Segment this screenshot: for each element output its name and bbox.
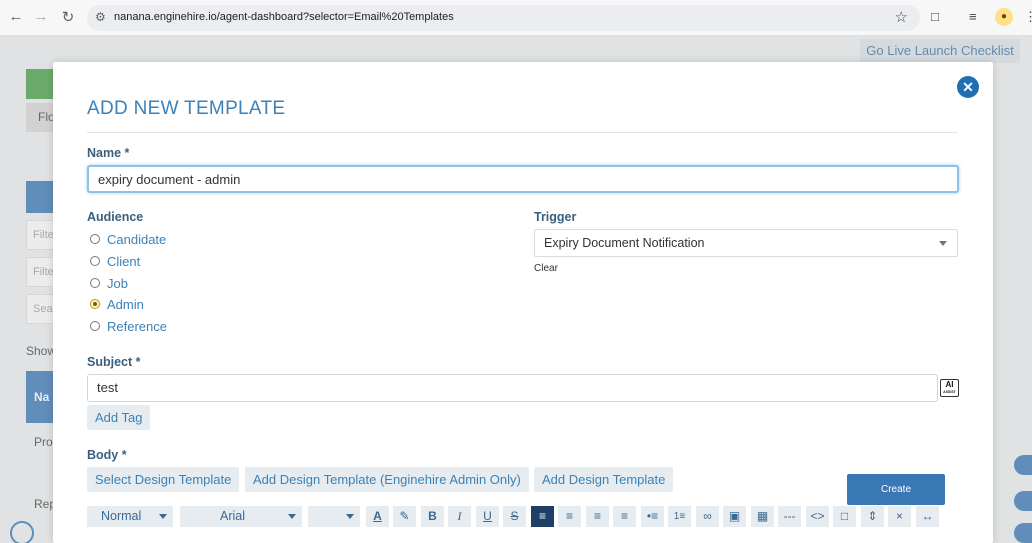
menu-kebab-icon[interactable]: ⋮ xyxy=(1024,9,1032,25)
chevron-down-icon xyxy=(288,514,296,519)
add-design-template-admin-button[interactable]: Add Design Template (Enginehire Admin On… xyxy=(245,467,529,492)
trigger-select[interactable]: Expiry Document Notification xyxy=(534,229,958,257)
browser-toolbar: ← → ↻ ⚙ nanana.enginehire.io/agent-dashb… xyxy=(0,0,1032,36)
bold-icon[interactable]: B xyxy=(421,506,444,527)
radio-candidate[interactable] xyxy=(90,234,100,244)
ai-assist-icon[interactable]: AI ASSIST xyxy=(940,379,959,397)
image-icon[interactable]: ▣ xyxy=(723,506,746,527)
title-divider xyxy=(87,132,958,133)
select-all-icon[interactable]: □ xyxy=(833,506,856,527)
address-bar[interactable]: ⚙ nanana.enginehire.io/agent-dashboard?s… xyxy=(87,5,920,31)
font-family-select[interactable]: Arial xyxy=(180,506,302,527)
italic-icon[interactable]: I xyxy=(448,506,471,527)
back-icon[interactable]: ← xyxy=(6,8,26,25)
name-input[interactable]: expiry document - admin xyxy=(87,165,959,193)
site-info-icon[interactable]: ⚙ xyxy=(95,10,106,24)
name-label: Name * xyxy=(87,146,130,160)
underline-icon[interactable]: U xyxy=(476,506,499,527)
chevron-down-icon xyxy=(346,514,354,519)
clear-trigger-link[interactable]: Clear xyxy=(534,263,558,274)
radio-job[interactable] xyxy=(90,278,100,288)
select-design-template-button[interactable]: Select Design Template xyxy=(87,467,240,492)
link-icon[interactable]: ∞ xyxy=(696,506,719,527)
numbered-list-icon[interactable]: 1≡ xyxy=(668,506,691,527)
code-view-icon[interactable]: <> xyxy=(806,506,829,527)
align-right-icon[interactable]: ≡ xyxy=(586,506,609,527)
profile-avatar[interactable]: ● xyxy=(995,8,1013,26)
table-icon[interactable]: ▦ xyxy=(751,506,774,527)
radio-admin[interactable] xyxy=(90,299,100,309)
modal-title: ADD NEW TEMPLATE xyxy=(87,98,286,119)
trigger-label: Trigger xyxy=(534,210,577,224)
chevron-down-icon xyxy=(159,514,167,519)
paragraph-style-select[interactable]: Normal xyxy=(87,506,173,527)
body-label: Body * xyxy=(87,448,127,462)
highlight-icon[interactable]: ✎ xyxy=(393,506,416,527)
reload-icon[interactable]: ↻ xyxy=(58,8,78,26)
radio-client[interactable] xyxy=(90,256,100,266)
url-text: nanana.enginehire.io/agent-dashboard?sel… xyxy=(114,11,454,23)
add-tag-button[interactable]: Add Tag xyxy=(87,405,151,430)
subject-label: Subject * xyxy=(87,355,141,369)
trigger-value: Expiry Document Notification xyxy=(544,236,705,250)
reading-list-icon[interactable]: ≡ xyxy=(969,9,977,24)
create-button[interactable]: Create xyxy=(847,474,945,505)
extensions-icon[interactable]: □ xyxy=(931,9,939,24)
fullwidth-icon[interactable]: ↔ xyxy=(916,506,939,527)
add-design-template-button[interactable]: Add Design Template xyxy=(534,467,674,492)
chevron-down-icon xyxy=(939,241,947,246)
forward-icon[interactable]: → xyxy=(31,8,51,25)
align-left-icon[interactable]: ≡ xyxy=(531,506,554,527)
align-center-icon[interactable]: ≡ xyxy=(558,506,581,527)
font-color-icon[interactable]: A xyxy=(366,506,389,527)
bookmark-star-icon[interactable]: ☆ xyxy=(895,8,908,26)
audience-label: Audience xyxy=(87,210,144,224)
expand-icon[interactable]: ⇕ xyxy=(861,506,884,527)
align-justify-icon[interactable]: ≡ xyxy=(613,506,636,527)
font-size-select[interactable] xyxy=(308,506,360,527)
strikethrough-icon[interactable]: S xyxy=(503,506,526,527)
radio-reference[interactable] xyxy=(90,321,100,331)
collapse-icon[interactable]: × xyxy=(888,506,911,527)
horizontal-rule-icon[interactable]: --- xyxy=(778,506,801,527)
close-icon[interactable]: ✕ xyxy=(957,76,979,98)
bullet-list-icon[interactable]: •≡ xyxy=(641,506,664,527)
subject-input[interactable]: test xyxy=(87,374,938,402)
